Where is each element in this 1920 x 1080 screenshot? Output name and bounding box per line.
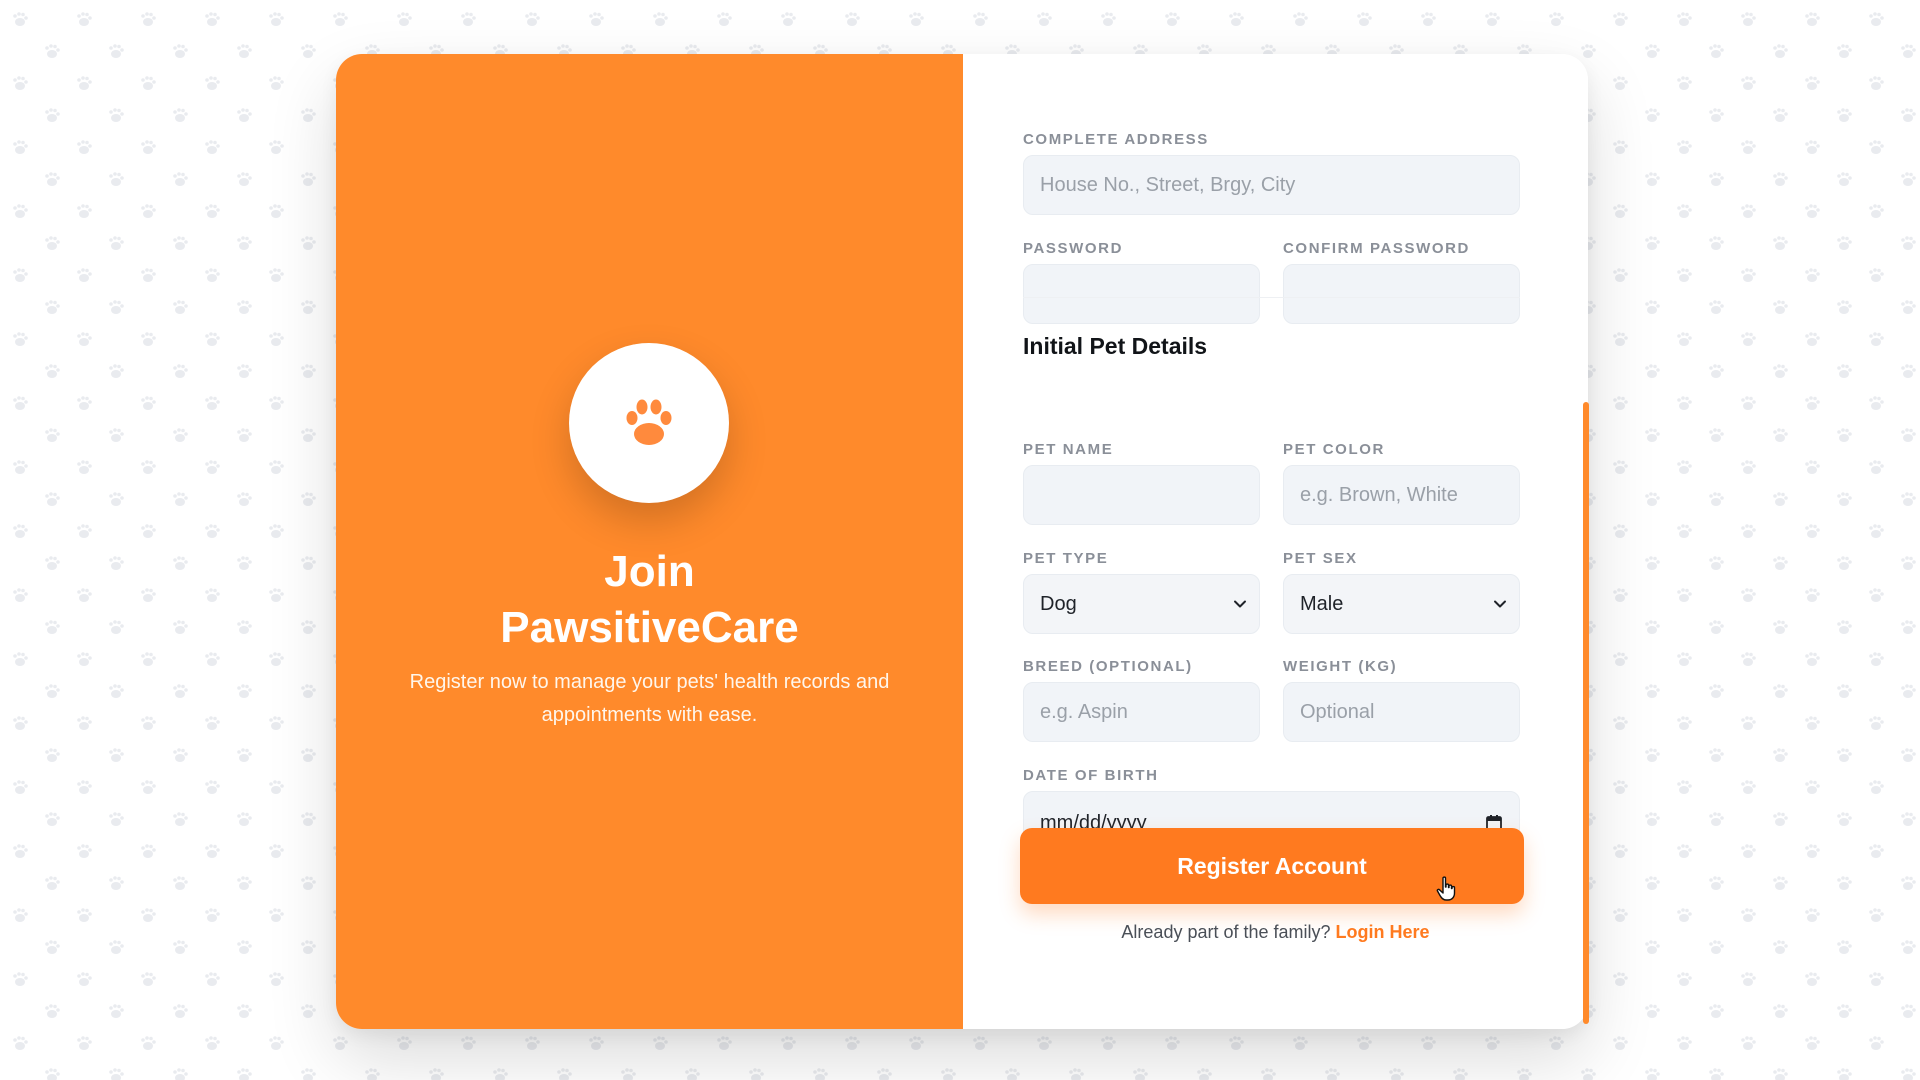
pet-name-input[interactable]: [1023, 465, 1260, 525]
pet-sex-select[interactable]: Male: [1283, 574, 1520, 634]
title-line-2: PawsitiveCare: [500, 603, 799, 652]
hand-pointer-icon: [1436, 876, 1456, 901]
form-scrollbar[interactable]: [1583, 402, 1589, 1024]
page-subtitle: Register now to manage your pets' health…: [409, 671, 890, 726]
section-divider: [1023, 297, 1520, 298]
weight-label: WEIGHT (KG): [1283, 658, 1398, 675]
paw-icon: [626, 399, 672, 445]
logo-badge: [569, 343, 729, 503]
registration-card: Join PawsitiveCare Register now to manag…: [336, 54, 1588, 1029]
pet-type-label: PET TYPE: [1023, 550, 1109, 567]
login-prompt-text: Already part of the family?: [1121, 922, 1331, 942]
pet-color-input[interactable]: e.g. Brown, White: [1283, 465, 1520, 525]
breed-label: BREED (OPTIONAL): [1023, 658, 1193, 675]
chevron-down-icon: [1494, 600, 1506, 608]
weight-placeholder: Optional: [1300, 700, 1375, 723]
title-line-1: Join: [604, 547, 695, 596]
dob-label: DATE OF BIRTH: [1023, 767, 1159, 784]
pet-type-select[interactable]: Dog: [1023, 574, 1260, 634]
login-link[interactable]: Login Here: [1336, 922, 1430, 942]
pet-sex-value: Male: [1300, 592, 1344, 615]
login-prompt: Already part of the family? Login Here: [963, 922, 1588, 943]
confirm-password-input[interactable]: [1283, 264, 1520, 324]
pet-section-title: Initial Pet Details: [1023, 333, 1208, 359]
pet-color-label: PET COLOR: [1283, 441, 1385, 458]
password-input[interactable]: [1023, 264, 1260, 324]
password-label: PASSWORD: [1023, 240, 1124, 257]
page-title: Join PawsitiveCare: [336, 544, 963, 656]
address-placeholder: House No., Street, Brgy, City: [1040, 173, 1296, 196]
registration-form: COMPLETE ADDRESS House No., Street, Brgy…: [963, 54, 1588, 1029]
address-label: COMPLETE ADDRESS: [1023, 131, 1209, 148]
confirm-password-label: CONFIRM PASSWORD: [1283, 240, 1470, 257]
pet-type-value: Dog: [1040, 592, 1077, 615]
pet-color-placeholder: e.g. Brown, White: [1300, 483, 1458, 506]
branding-panel: Join PawsitiveCare Register now to manag…: [336, 54, 963, 1029]
pet-name-label: PET NAME: [1023, 441, 1114, 458]
weight-input[interactable]: Optional: [1283, 682, 1520, 742]
pet-sex-label: PET SEX: [1283, 550, 1358, 567]
address-input[interactable]: House No., Street, Brgy, City: [1023, 155, 1520, 215]
breed-placeholder: e.g. Aspin: [1040, 700, 1128, 723]
breed-input[interactable]: e.g. Aspin: [1023, 682, 1260, 742]
chevron-down-icon: [1234, 600, 1246, 608]
